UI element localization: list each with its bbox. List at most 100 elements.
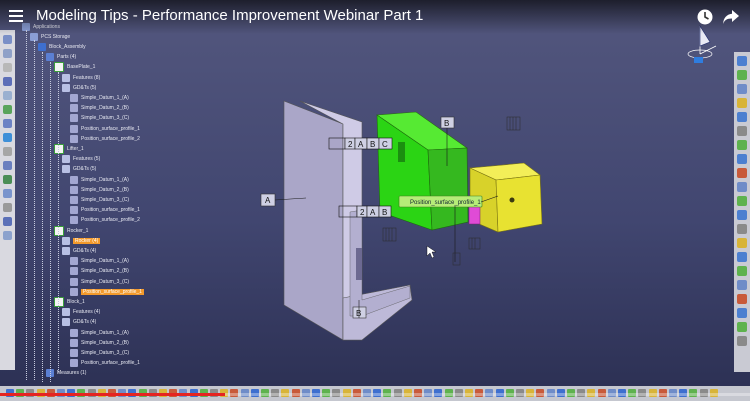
tool-icon[interactable] — [737, 196, 747, 206]
tool-icon[interactable] — [737, 336, 747, 346]
tool-icon[interactable] — [737, 126, 747, 136]
yellow-part-side[interactable] — [495, 174, 543, 233]
tree-node[interactable]: Position_surface_profile_1 — [70, 206, 140, 215]
tool-icon[interactable] — [737, 294, 747, 304]
tool-icon[interactable] — [3, 203, 12, 212]
tree-node-label: Lifter_1 — [67, 145, 84, 152]
tree-node-label: Parts (4) — [57, 54, 77, 61]
tree-node-label: Simple_Datum_1_(A) — [81, 176, 129, 183]
tree-node[interactable]: GD&Ts (4) — [62, 246, 96, 255]
tool-icon[interactable] — [3, 189, 12, 198]
fcf-upper-c: C — [382, 140, 388, 149]
tree-node[interactable]: GD&Ts (4) — [62, 318, 96, 327]
tool-icon[interactable] — [3, 133, 12, 142]
tree-node[interactable]: Block_Assembly — [38, 42, 86, 51]
video-progress-bar[interactable] — [0, 393, 750, 396]
tree-node[interactable]: Simple_Datum_3_(C) — [70, 277, 129, 286]
tree-node[interactable]: Simple_Datum_1_(A) — [70, 93, 129, 102]
tool-icon[interactable] — [737, 84, 747, 94]
share-icon[interactable] — [722, 9, 740, 25]
tool-icon[interactable] — [737, 266, 747, 276]
tree-node[interactable]: BasePlate_1 — [54, 62, 96, 73]
tree-node[interactable]: GD&Ts (5) — [62, 165, 96, 174]
tool-icon[interactable] — [3, 175, 12, 184]
profile-annotation-tag[interactable]: Position_surface_profile_1 — [398, 195, 483, 208]
tree-node[interactable]: Features (8) — [62, 73, 100, 82]
tool-icon[interactable] — [737, 112, 747, 122]
watch-later-icon[interactable] — [696, 8, 714, 26]
tool-icon[interactable] — [737, 252, 747, 262]
tree-node[interactable]: Simple_Datum_2_(B) — [70, 185, 129, 194]
tree-node[interactable]: Rocker_1 — [54, 225, 88, 236]
magenta-feature[interactable] — [468, 205, 481, 225]
tree-node[interactable]: Position_surface_profile_2 — [70, 216, 140, 225]
tree-node-label: Position_surface_profile_1 — [81, 360, 140, 367]
tree-node-label: Simple_Datum_2_(B) — [81, 268, 129, 275]
tool-icon[interactable] — [737, 182, 747, 192]
tree-node[interactable]: Simple_Datum_1_(A) — [70, 175, 129, 184]
video-title[interactable]: Modeling Tips - Performance Improvement … — [36, 7, 423, 24]
tool-icon[interactable] — [3, 119, 12, 128]
tree-node[interactable]: Position_surface_profile_1 — [70, 287, 144, 296]
tree-node[interactable]: Features (5) — [62, 155, 100, 164]
gdt-annotation-icon — [70, 267, 78, 276]
tree-node[interactable]: Simple_Datum_3_(C) — [70, 348, 129, 357]
tree-node-label: Simple_Datum_2_(B) — [81, 186, 129, 193]
tree-node[interactable]: Simple_Datum_3_(C) — [70, 114, 129, 123]
tree-node[interactable]: Simple_Datum_1_(A) — [70, 257, 129, 266]
tool-icon[interactable] — [737, 308, 747, 318]
tool-icon[interactable] — [737, 154, 747, 164]
tool-icon[interactable] — [3, 217, 12, 226]
tree-node[interactable]: Position_surface_profile_1 — [70, 124, 140, 133]
tool-icon[interactable] — [3, 147, 12, 156]
tool-icon[interactable] — [3, 49, 12, 58]
tree-node[interactable]: Position_surface_profile_2 — [70, 134, 140, 143]
datum-frame-b-bottom[interactable]: B — [352, 306, 367, 319]
tree-node-label: Position_surface_profile_1 — [81, 288, 144, 295]
tool-icon[interactable] — [737, 280, 747, 290]
baseplate-back-face[interactable] — [283, 100, 344, 341]
green-part-side[interactable] — [427, 147, 469, 231]
tool-icon[interactable] — [3, 91, 12, 100]
tool-icon[interactable] — [3, 63, 12, 72]
tool-icon[interactable] — [737, 224, 747, 234]
menu-icon[interactable] — [9, 10, 23, 22]
datum-frame-a-left[interactable]: A — [260, 193, 276, 207]
tree-node[interactable]: Rocker (4) — [62, 236, 101, 245]
tree-connector-line — [34, 40, 35, 380]
tree-node[interactable]: Parts (4) — [46, 53, 76, 62]
tree-node-label: BasePlate_1 — [67, 64, 96, 71]
tool-icon[interactable] — [3, 231, 12, 240]
tree-node[interactable]: Simple_Datum_2_(B) — [70, 338, 129, 347]
tree-node[interactable]: Position_surface_profile_1 — [70, 359, 140, 368]
tool-icon[interactable] — [3, 35, 12, 44]
tool-icon[interactable] — [737, 168, 747, 178]
tool-icon[interactable] — [3, 77, 12, 86]
tree-node[interactable]: Features (4) — [62, 308, 100, 317]
gdt-annotation-icon — [70, 359, 78, 368]
datum-frame-b-top[interactable]: B — [440, 116, 455, 129]
tree-node[interactable]: Simple_Datum_2_(B) — [70, 104, 129, 113]
tool-icon[interactable] — [737, 56, 747, 66]
gdt-annotation-icon — [70, 195, 78, 204]
tool-icon[interactable] — [3, 105, 12, 114]
tool-icon[interactable] — [737, 98, 747, 108]
tree-node[interactable]: Simple_Datum_3_(C) — [70, 195, 129, 204]
tool-icon[interactable] — [737, 322, 747, 332]
tool-icon[interactable] — [737, 70, 747, 80]
tree-node-label: Simple_Datum_3_(C) — [81, 349, 130, 356]
tree-node[interactable]: Simple_Datum_1_(A) — [70, 328, 129, 337]
fcf-upper-b: B — [370, 140, 375, 149]
tool-icon[interactable] — [3, 161, 12, 170]
gdt-annotation-icon — [70, 257, 78, 266]
tree-folder-icon — [62, 165, 70, 174]
tree-node[interactable]: Measures (1) — [46, 369, 86, 378]
tree-node[interactable]: Simple_Datum_2_(B) — [70, 267, 129, 276]
tree-folder-icon — [62, 246, 70, 255]
gdt-annotation-icon — [70, 338, 78, 347]
tool-icon[interactable] — [737, 238, 747, 248]
tool-icon[interactable] — [737, 140, 747, 150]
tool-icon[interactable] — [737, 210, 747, 220]
catia-viewport[interactable]: A 2 A B C B 2 A B B Position_surface_pro… — [0, 0, 750, 401]
tree-node[interactable]: GD&Ts (5) — [62, 83, 96, 92]
